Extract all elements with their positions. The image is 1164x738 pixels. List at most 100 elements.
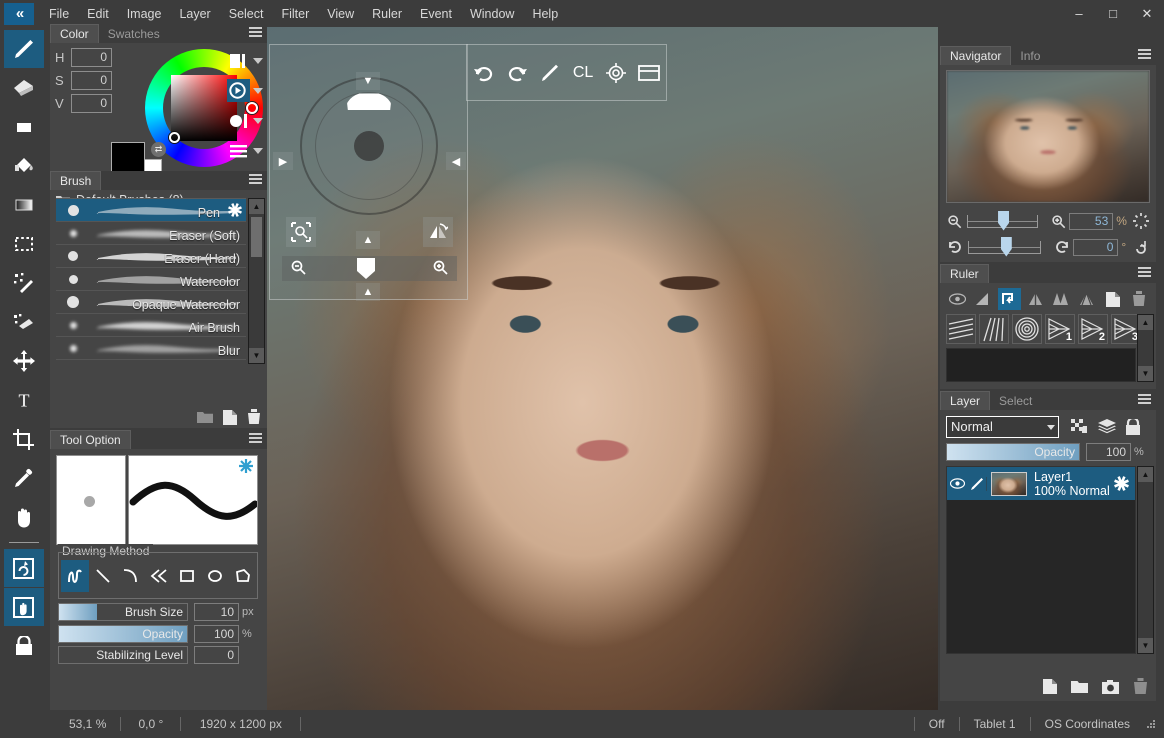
ruler-scroll-up-button[interactable]: ▲ (1138, 315, 1153, 330)
pen-icon[interactable] (537, 58, 563, 88)
fill-rect-tool[interactable] (4, 108, 44, 146)
close-button[interactable]: ✕ (1130, 0, 1164, 27)
chevron-down-icon[interactable] (253, 87, 263, 94)
flip-canvas-icon[interactable] (423, 217, 453, 247)
curve-method[interactable] (117, 560, 145, 592)
menu-item-event[interactable]: Event (411, 4, 461, 24)
stabilizing-level-slider[interactable]: Stabilizing Level (58, 646, 188, 664)
layer-edit-icon[interactable] (967, 476, 987, 491)
window-icon[interactable] (636, 58, 662, 88)
menu-item-help[interactable]: Help (523, 4, 567, 24)
zoom-out-icon[interactable] (290, 259, 307, 279)
trash-icon[interactable] (247, 409, 261, 425)
menu-item-filter[interactable]: Filter (272, 4, 318, 24)
brush-list-item[interactable]: Opaque Watercolor (56, 291, 246, 314)
blend-mode-select[interactable]: Normal (946, 416, 1059, 438)
tab-select[interactable]: Select (990, 391, 1041, 410)
menu-item-ruler[interactable]: Ruler (363, 4, 411, 24)
rotate-canvas-tool[interactable] (3, 549, 44, 587)
stabilizing-level-input[interactable]: 0 (194, 646, 239, 664)
opacity-slider[interactable]: Opacity (58, 625, 188, 643)
half-square-mode[interactable] (227, 49, 250, 72)
sv-square-marker[interactable] (169, 132, 180, 143)
dot-bar-mode[interactable] (227, 109, 250, 132)
camera-icon[interactable] (1102, 679, 1119, 694)
folder-icon[interactable] (197, 411, 213, 424)
hue-input[interactable]: 0 (71, 48, 112, 67)
text-tool[interactable]: T (4, 381, 44, 419)
tab-tool-option[interactable]: Tool Option (50, 430, 131, 449)
chevron-down-icon[interactable] (253, 57, 263, 64)
zoom-in-icon[interactable] (1048, 214, 1069, 229)
minimize-button[interactable]: – (1062, 0, 1096, 27)
tab-brush[interactable]: Brush (50, 171, 102, 190)
brush-size-slider[interactable]: Brush Size (58, 603, 188, 621)
nav-down-button-2[interactable]: ▲ (356, 283, 380, 301)
eraser-tool[interactable] (4, 69, 44, 107)
circle-play-mode[interactable] (227, 79, 250, 102)
tool-option-menu-icon[interactable] (249, 433, 262, 446)
resize-grip[interactable] (1144, 717, 1156, 732)
brush-list-item[interactable]: Blur (56, 337, 246, 360)
rotation-value-input[interactable]: 0 (1072, 238, 1119, 256)
tab-color[interactable]: Color (50, 24, 99, 43)
scroll-up-button[interactable]: ▲ (249, 199, 264, 214)
pan-canvas-tool[interactable] (3, 588, 44, 626)
tab-navigator[interactable]: Navigator (940, 46, 1012, 65)
ruler-menu-icon[interactable] (1138, 267, 1151, 280)
layers-stack-icon[interactable] (1098, 419, 1116, 434)
menu-item-edit[interactable]: Edit (78, 4, 118, 24)
reset-rotation-icon[interactable] (1130, 239, 1152, 255)
ruler-curve-icon[interactable] (997, 288, 1021, 310)
maximize-button[interactable]: □ (1096, 0, 1130, 27)
menu-item-window[interactable]: Window (461, 4, 523, 24)
zoom-track[interactable] (967, 210, 1038, 231)
lock-tool[interactable] (4, 627, 44, 665)
zoom-slider-thumb[interactable] (357, 258, 375, 279)
move-tool[interactable] (4, 342, 44, 380)
clipping-mask-icon[interactable] (1071, 419, 1088, 434)
marquee-select-tool[interactable] (4, 225, 44, 263)
tab-ruler[interactable]: Ruler (940, 264, 989, 283)
canvas-zoom-slider[interactable] (282, 256, 457, 281)
layer-scroll-down-button[interactable]: ▼ (1138, 638, 1153, 653)
lines-mode[interactable] (227, 139, 250, 162)
layer-opacity-input[interactable]: 100 (1086, 443, 1131, 461)
brush-list-scrollbar[interactable]: ▲ ▼ (248, 198, 265, 364)
ruler-symmetry2-icon[interactable] (1050, 288, 1073, 310)
straight-line-method[interactable] (89, 560, 117, 592)
layer-opacity-slider[interactable]: Opacity (946, 443, 1080, 461)
tab-info[interactable]: Info (1011, 46, 1049, 65)
layer-list[interactable]: Layer1 100% Normal (946, 466, 1136, 654)
zoom-in-icon[interactable] (432, 259, 449, 279)
menu-item-view[interactable]: View (318, 4, 363, 24)
brush-settings-icon[interactable] (228, 203, 242, 220)
zoom-track-thumb[interactable] (998, 210, 1010, 231)
opacity-input[interactable]: 100 (194, 625, 239, 643)
nav-left-button[interactable]: ▶ (273, 152, 293, 170)
concentric-ruler-icon[interactable] (1012, 314, 1042, 344)
polyline-method[interactable] (145, 560, 173, 592)
chevron-down-icon[interactable] (253, 147, 263, 154)
zoom-value-input[interactable]: 53 (1068, 212, 1114, 230)
brush-list-item[interactable] (56, 360, 246, 363)
value-input[interactable]: 0 (71, 94, 112, 113)
rectangle-method[interactable] (173, 560, 201, 592)
reset-zoom-icon[interactable] (1131, 213, 1152, 229)
brush-list-item[interactable]: Eraser (Hard) (56, 245, 246, 268)
pen-tool[interactable] (3, 30, 44, 68)
rotate-right-icon[interactable] (1051, 239, 1073, 255)
trash-icon[interactable] (1133, 678, 1148, 695)
menu-item-image[interactable]: Image (118, 4, 171, 24)
undo-icon[interactable] (471, 58, 497, 88)
layer-scrollbar[interactable]: ▲ ▼ (1137, 466, 1154, 654)
brush-size-input[interactable]: 10 (194, 603, 239, 621)
zoom-out-icon[interactable] (944, 214, 965, 229)
magic-wand-tool[interactable] (4, 264, 44, 302)
gradient-tool[interactable] (4, 186, 44, 224)
ruler-visibility-icon[interactable] (946, 288, 969, 310)
menu-item-select[interactable]: Select (220, 4, 273, 24)
brush-list-item[interactable]: Watercolor (56, 268, 246, 291)
saturation-input[interactable]: 0 (71, 71, 112, 90)
ruler-new-icon[interactable] (1101, 288, 1124, 310)
